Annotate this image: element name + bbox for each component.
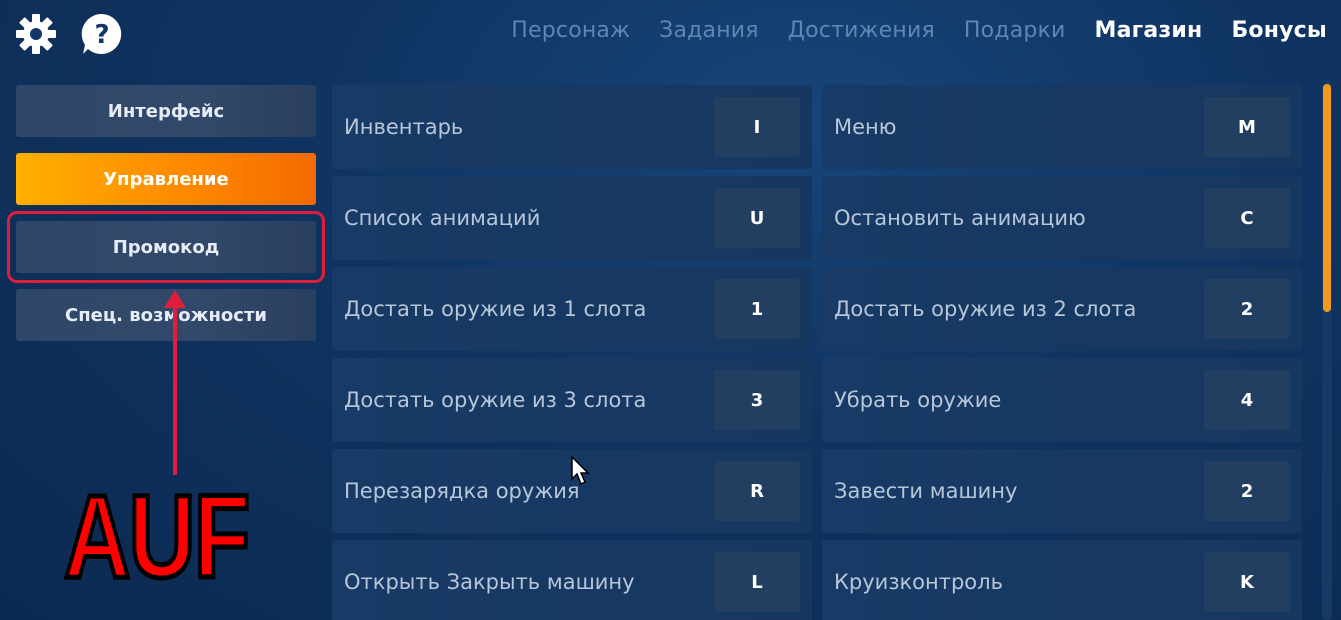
top-nav: Персонаж Задания Достижения Подарки Мага… (511, 18, 1327, 43)
keybind-key-button[interactable]: K (1204, 552, 1290, 612)
promocode-highlight-box (7, 211, 325, 283)
keybind-row: Список анимаций U (332, 176, 812, 260)
keybind-label: Завести машину (834, 479, 1018, 503)
sidebar-item-controls[interactable]: Управление (16, 153, 316, 205)
mouse-cursor-icon (571, 456, 590, 486)
keybind-key-button[interactable]: L (714, 552, 800, 612)
keybind-key-button[interactable]: I (714, 97, 800, 157)
keybind-row: Достать оружие из 3 слота 3 (332, 358, 812, 442)
keybind-row: Завести машину 2 (822, 449, 1302, 533)
keybind-label: Меню (834, 115, 897, 139)
keybind-key-button[interactable]: C (1204, 188, 1290, 248)
nav-item-bonuses[interactable]: Бонусы (1231, 18, 1327, 43)
keybind-key-button[interactable]: 1 (714, 279, 800, 339)
keybind-label: Убрать оружие (834, 388, 1002, 412)
keybind-key-button[interactable]: 4 (1204, 370, 1290, 430)
keybind-key-button[interactable]: R (714, 461, 800, 521)
keybind-label: Достать оружие из 3 слота (344, 388, 647, 412)
nav-item-achievements[interactable]: Достижения (788, 18, 935, 43)
keybind-row: Инвентарь I (332, 85, 812, 169)
keybind-row: Меню M (822, 85, 1302, 169)
keybind-row: Убрать оружие 4 (822, 358, 1302, 442)
keybind-row: Открыть Закрыть машину L (332, 540, 812, 620)
keybind-row: Достать оружие из 1 слота 1 (332, 267, 812, 351)
nav-item-shop[interactable]: Магазин (1095, 18, 1203, 43)
keybind-key-button[interactable]: M (1204, 97, 1290, 157)
gear-icon[interactable] (14, 12, 58, 56)
keybind-row: Остановить анимацию C (822, 176, 1302, 260)
keybind-key-button[interactable]: 2 (1204, 461, 1290, 521)
keybind-label: Инвентарь (344, 115, 464, 139)
keybind-grid: Инвентарь I Список анимаций U Достать ор… (332, 85, 1304, 620)
keybind-key-button[interactable]: U (714, 188, 800, 248)
keybind-row: Достать оружие из 2 слота 2 (822, 267, 1302, 351)
svg-text:?: ? (94, 20, 109, 50)
sidebar-item-interface[interactable]: Интерфейс (16, 85, 316, 137)
scrollbar-thumb[interactable] (1323, 84, 1331, 312)
nav-item-gifts[interactable]: Подарки (964, 18, 1066, 43)
keybind-label: Достать оружие из 1 слота (344, 297, 647, 321)
nav-item-character[interactable]: Персонаж (511, 18, 630, 43)
keybind-row: Круизконтроль K (822, 540, 1302, 620)
annotation-text: AUF (62, 471, 252, 603)
question-icon[interactable]: ? (80, 12, 124, 56)
keybind-label: Список анимаций (344, 206, 541, 230)
keybind-key-button[interactable]: 3 (714, 370, 800, 430)
keybind-label: Круизконтроль (834, 570, 1003, 594)
keybind-label: Перезарядка оружия (344, 479, 580, 503)
nav-item-quests[interactable]: Задания (659, 18, 759, 43)
keybind-key-button[interactable]: 2 (1204, 279, 1290, 339)
keybind-label: Достать оружие из 2 слота (834, 297, 1137, 321)
keybind-label: Остановить анимацию (834, 206, 1086, 230)
keybind-label: Открыть Закрыть машину (344, 570, 635, 594)
annotation-arrow (164, 290, 186, 475)
